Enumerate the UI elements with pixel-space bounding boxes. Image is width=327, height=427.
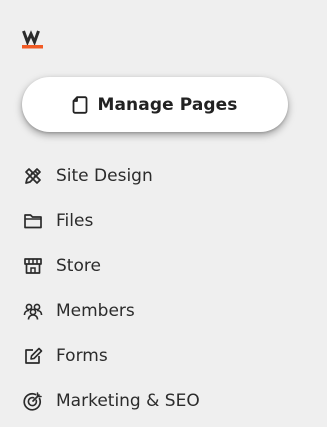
sidebar-item-label: Members <box>56 300 135 321</box>
manage-pages-button[interactable]: Manage Pages <box>22 77 288 132</box>
sidebar-item-label: Store <box>56 255 101 276</box>
sidebar-item-files[interactable]: Files <box>22 198 200 243</box>
store-icon <box>22 255 44 277</box>
sidebar-item-marketing-seo[interactable]: Marketing & SEO <box>22 378 200 423</box>
weebly-logo[interactable] <box>22 28 44 50</box>
sidebar-item-forms[interactable]: Forms <box>22 333 200 378</box>
sidebar-nav: Site Design Files Store Members Forms Ma… <box>22 153 200 423</box>
sidebar-item-members[interactable]: Members <box>22 288 200 333</box>
sidebar-item-store[interactable]: Store <box>22 243 200 288</box>
manage-pages-label: Manage Pages <box>97 94 238 115</box>
sidebar-item-site-design[interactable]: Site Design <box>22 153 200 198</box>
folder-icon <box>22 210 44 232</box>
page-icon <box>73 95 88 114</box>
design-tools-icon <box>22 165 44 187</box>
sidebar-item-label: Files <box>56 210 94 231</box>
form-edit-icon <box>22 345 44 367</box>
members-icon <box>22 300 44 322</box>
sidebar-item-label: Site Design <box>56 165 153 186</box>
sidebar-item-label: Marketing & SEO <box>56 390 200 411</box>
sidebar-item-label: Forms <box>56 345 108 366</box>
target-icon <box>22 390 44 412</box>
